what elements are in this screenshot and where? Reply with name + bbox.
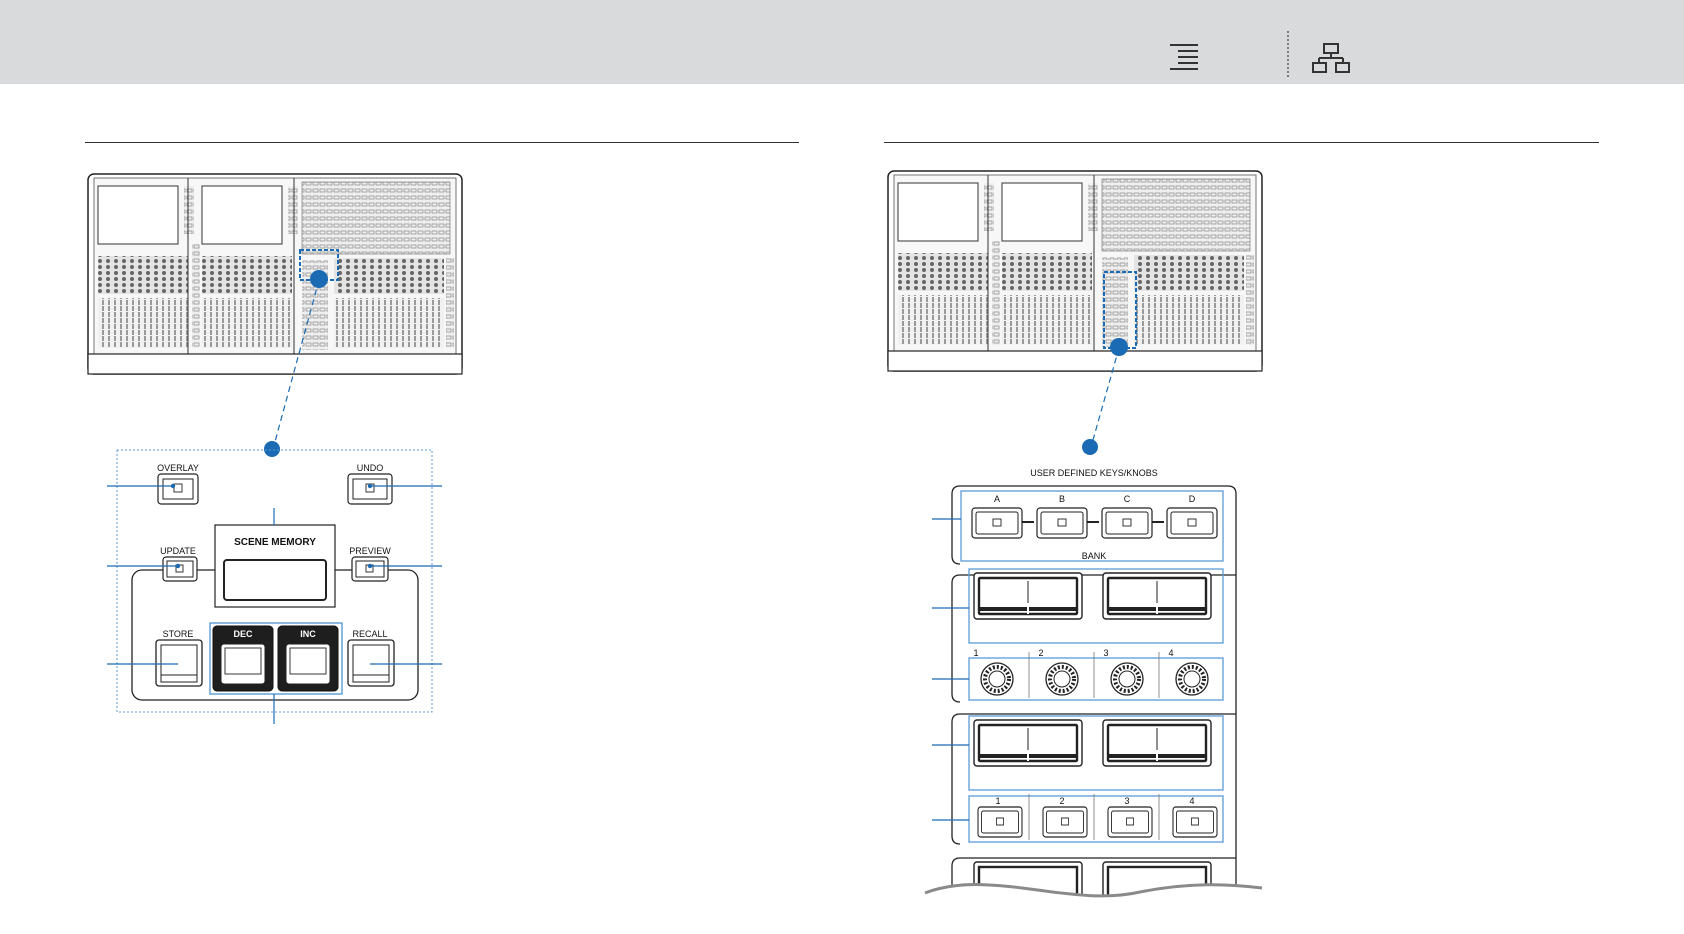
recall-key[interactable]	[347, 639, 395, 687]
dec-key[interactable]: DEC	[212, 625, 274, 692]
key-display-right	[1101, 718, 1213, 768]
undo-key[interactable]	[347, 473, 393, 505]
bank-key-d-label: D	[1189, 494, 1196, 504]
bank-key-b-label: B	[1059, 494, 1065, 504]
bank-label: BANK	[1082, 551, 1107, 561]
bank-key-c-label: C	[1124, 494, 1131, 504]
overlay-key[interactable]	[157, 473, 199, 505]
scene-memory-label: SCENE MEMORY	[234, 537, 316, 548]
figure-canvas: OVERLAY UNDO UPDATE SCENE MEMORY PREVIEW	[87, 170, 1263, 934]
console-overview-left	[87, 173, 463, 375]
user-key-2[interactable]	[1042, 806, 1088, 838]
knob-2-label: 2	[1038, 648, 1043, 658]
key-4-label: 4	[1189, 796, 1194, 806]
dec-label: DEC	[233, 629, 253, 639]
key-display-left	[972, 718, 1084, 768]
knob-1-label: 1	[973, 648, 978, 658]
bank-key-d[interactable]: D	[1166, 494, 1218, 539]
knob-display-left	[972, 571, 1084, 621]
key-1-label: 1	[995, 796, 1000, 806]
update-label: UPDATE	[160, 546, 196, 556]
knob-3[interactable]	[1109, 661, 1145, 697]
bank-key-c[interactable]: C	[1101, 494, 1153, 539]
console-overview-right	[887, 170, 1263, 372]
store-key[interactable]	[155, 639, 203, 687]
knob-2[interactable]	[1044, 661, 1080, 697]
callout-marker-left	[264, 441, 280, 457]
knob-4[interactable]	[1174, 661, 1210, 697]
user-defined-keys-panel: USER DEFINED KEYS/KNOBS A B C D BANK 1 2…	[920, 468, 1263, 934]
bank-key-a[interactable]: A	[971, 494, 1023, 539]
store-label: STORE	[163, 629, 194, 639]
overlay-label: OVERLAY	[157, 463, 199, 473]
update-key[interactable]	[162, 556, 198, 582]
knob-3-label: 3	[1103, 648, 1108, 658]
callout-marker-right	[1082, 439, 1098, 455]
bank-key-a-label: A	[994, 494, 1000, 504]
udk-title: USER DEFINED KEYS/KNOBS	[1030, 468, 1158, 478]
knob-1[interactable]	[979, 661, 1015, 697]
inc-label: INC	[300, 629, 316, 639]
scene-memory-display	[223, 559, 327, 601]
user-key-3[interactable]	[1107, 806, 1153, 838]
inc-key[interactable]: INC	[277, 625, 339, 692]
knob-display-right	[1101, 571, 1213, 621]
scene-memory-panel: OVERLAY UNDO UPDATE SCENE MEMORY PREVIEW	[107, 449, 442, 724]
recall-label: RECALL	[352, 629, 387, 639]
user-key-4[interactable]	[1172, 806, 1218, 838]
user-key-1[interactable]	[977, 806, 1023, 838]
undo-label: UNDO	[357, 463, 384, 473]
preview-key[interactable]	[351, 556, 389, 582]
key-2-label: 2	[1059, 796, 1064, 806]
knob-4-label: 4	[1168, 648, 1173, 658]
preview-label: PREVIEW	[349, 546, 391, 556]
key-3-label: 3	[1124, 796, 1129, 806]
bank-key-b[interactable]: B	[1036, 494, 1088, 539]
